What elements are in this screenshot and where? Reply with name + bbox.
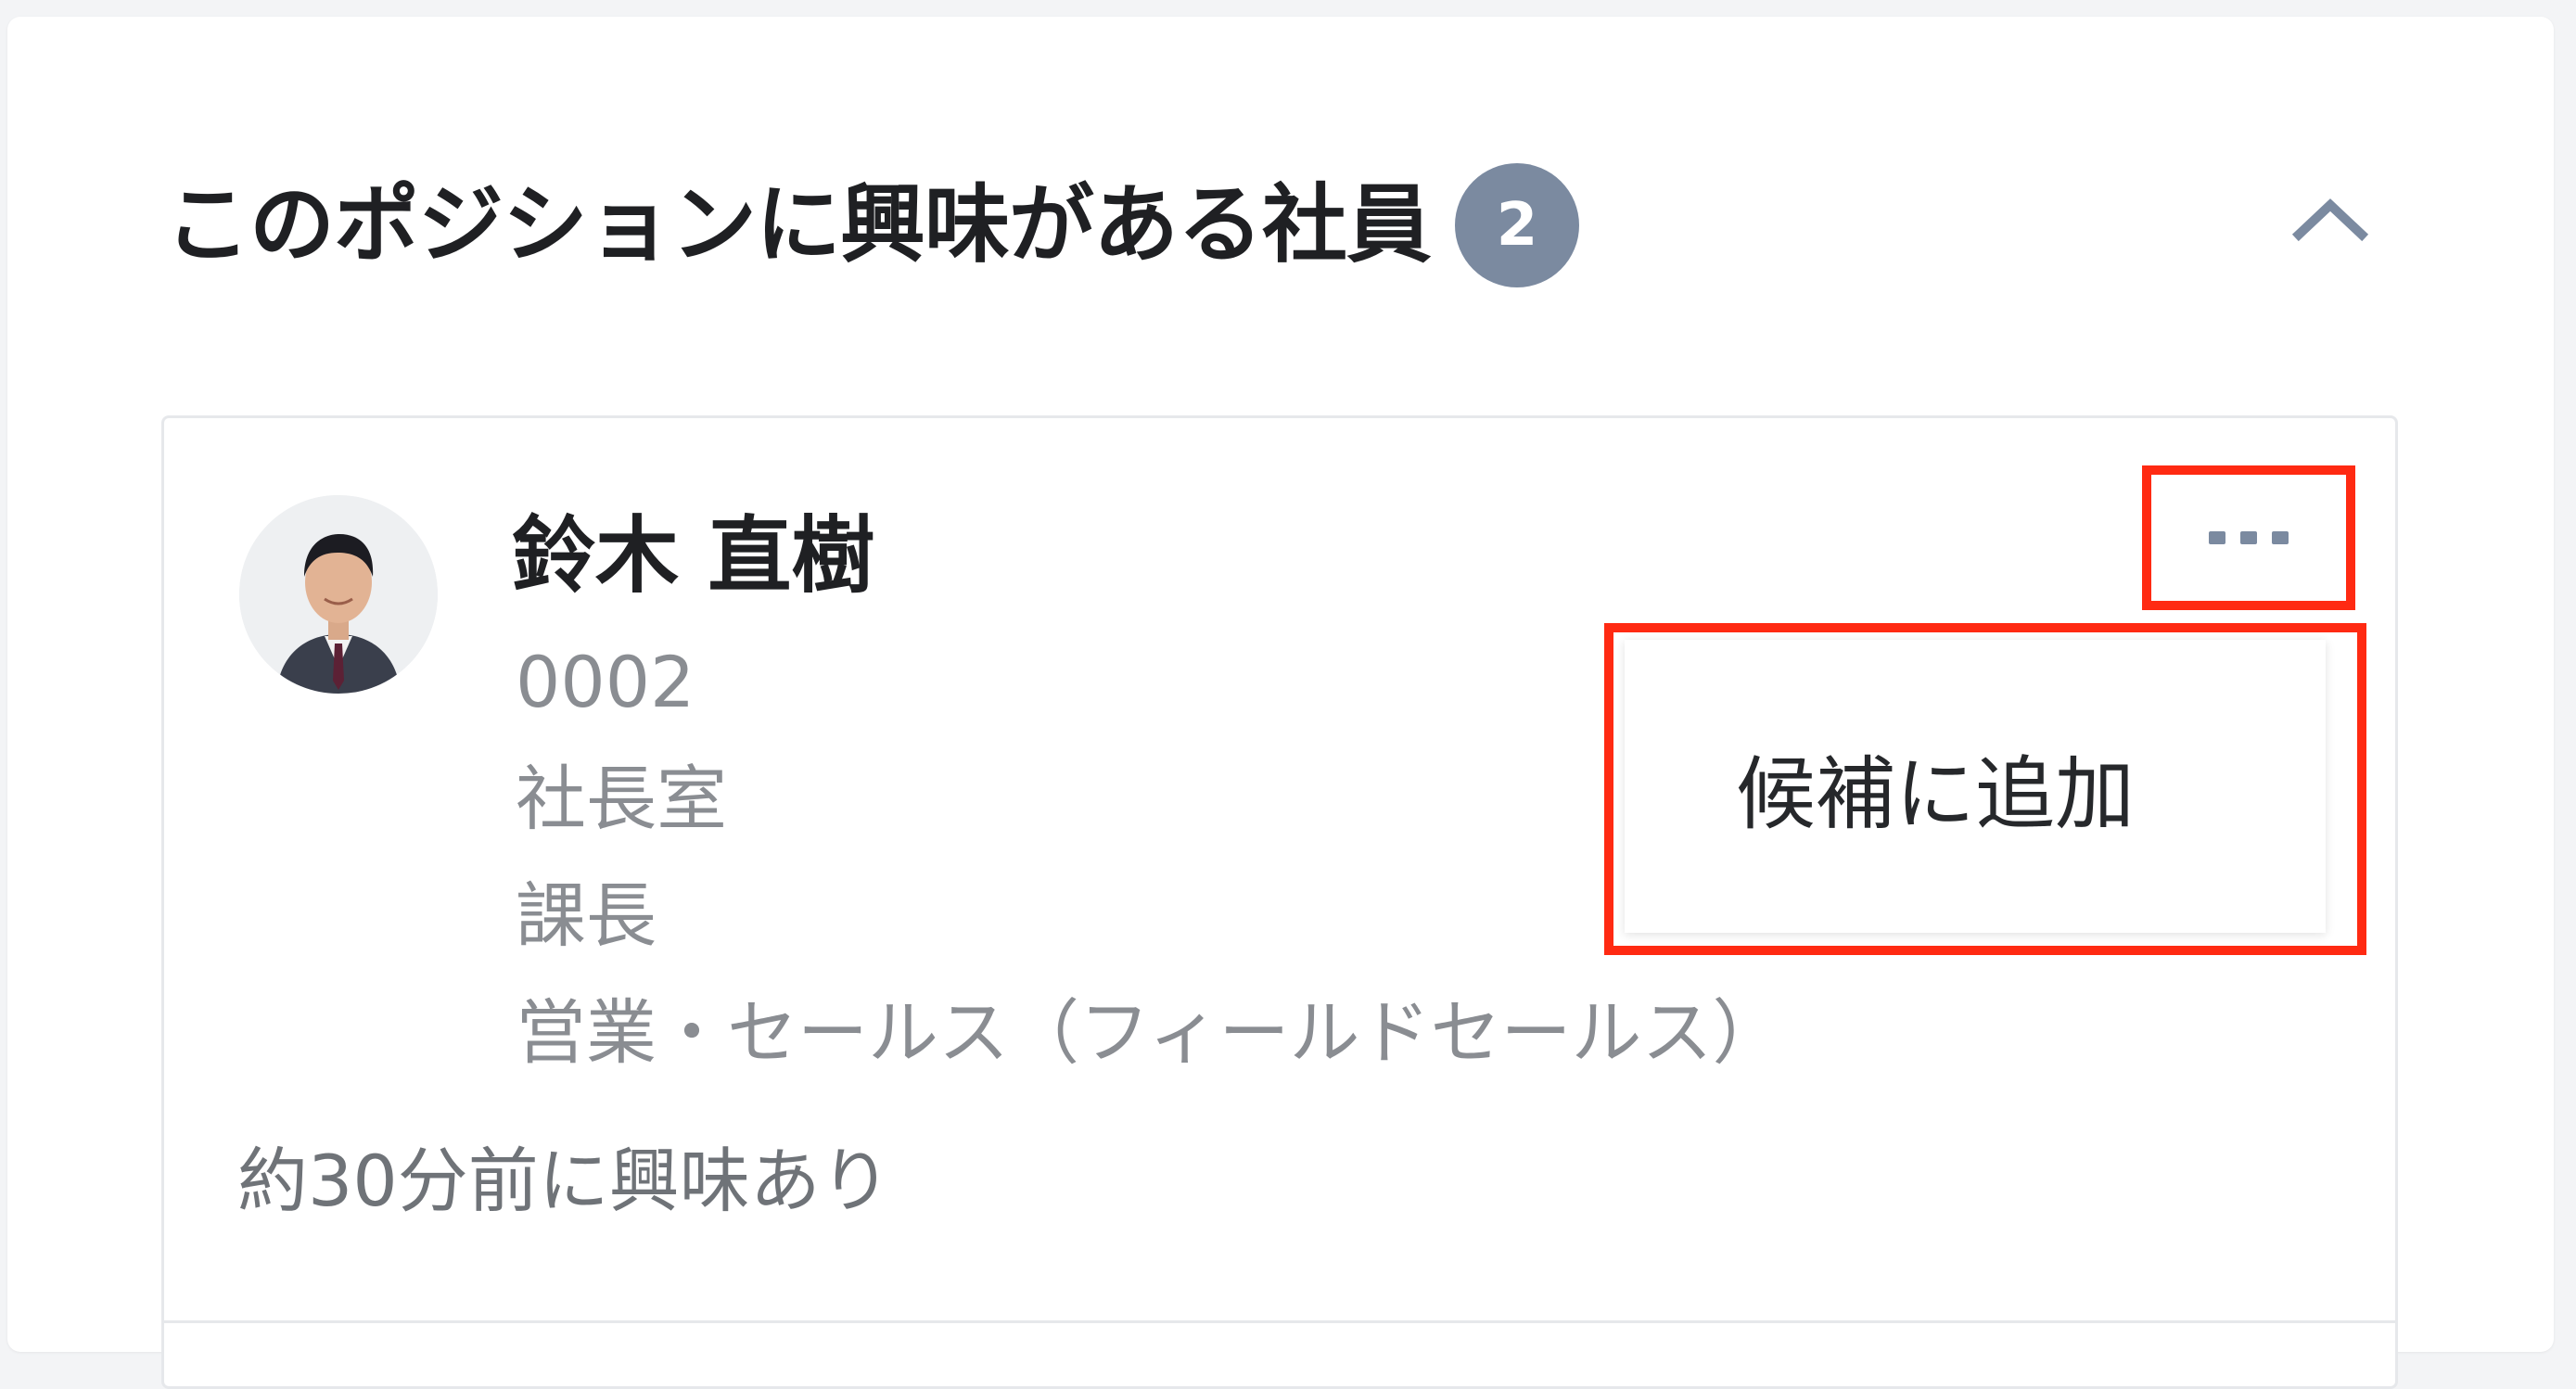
chevron-up-icon — [2291, 198, 2369, 242]
dropdown-highlight-box — [1604, 623, 2366, 955]
interest-timestamp: 約30分前に興味あり — [237, 1140, 891, 1222]
employee-department: 社長室 — [516, 758, 727, 840]
card-divider — [161, 1320, 2398, 1323]
section-title: このポジションに興味がある社員 — [165, 175, 1432, 274]
section-header: このポジションに興味がある社員 2 — [165, 156, 1580, 295]
more-actions-button[interactable] — [2142, 465, 2355, 610]
employee-id: 0002 — [516, 641, 695, 723]
avatar[interactable] — [239, 495, 438, 694]
collapse-toggle-button[interactable] — [2279, 167, 2381, 269]
ellipsis-icon — [2209, 531, 2289, 544]
employee-position: 課長 — [516, 874, 657, 957]
employee-name[interactable]: 鈴木 直樹 — [512, 508, 874, 605]
employee-job-category: 営業・セールス（フィールドセールス） — [516, 991, 1783, 1074]
count-badge: 2 — [1455, 163, 1580, 287]
